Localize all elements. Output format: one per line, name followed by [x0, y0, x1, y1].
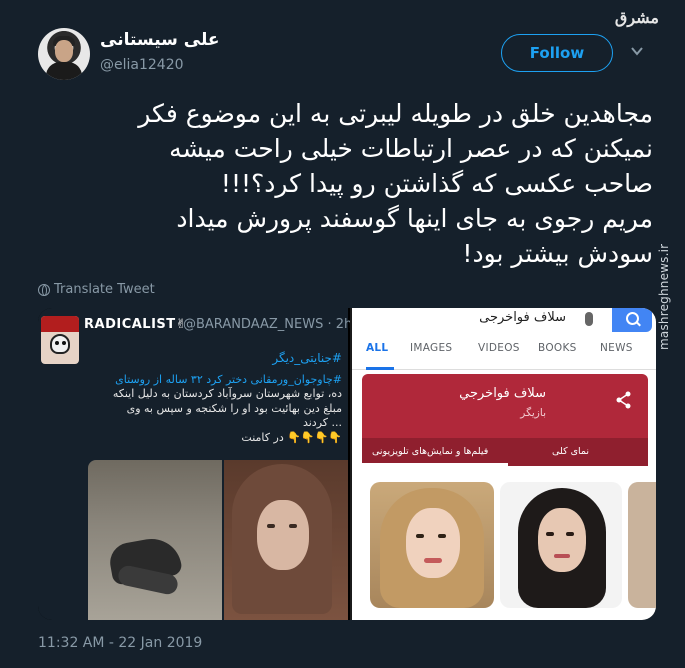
- panel-name: سلاف فواخرجي: [459, 386, 546, 401]
- follow-button[interactable]: Follow: [501, 34, 613, 72]
- search-icon: [612, 308, 652, 332]
- embedded-tweet-screenshot[interactable]: RADICALIST✌ @BARANDAAZ_NEWS · 2h #جنایتی…: [38, 308, 352, 620]
- knowledge-panel: سلاف فواخرجي بازیگر فیلم‌ها و نمایش‌های …: [362, 374, 648, 466]
- avatar[interactable]: [38, 28, 90, 80]
- tweet-line: مجاهدین خلق در طویله لیبرتی به این موضوع…: [138, 99, 653, 128]
- google-search-bar: سلاف فواخرجی: [352, 308, 656, 334]
- embedded-body-line: ده، توابع شهرستان سروآباد کردستان به دلی…: [112, 387, 342, 401]
- chevron-down-icon[interactable]: [630, 44, 644, 58]
- tab-all: ALL: [366, 342, 389, 354]
- embedded-body-line: ... کردند: [302, 416, 342, 430]
- result-photo: [500, 482, 622, 608]
- street-photo: [88, 460, 222, 620]
- tab-news: NEWS: [600, 342, 633, 354]
- panel-subtitle: بازیگر: [520, 407, 546, 419]
- tweet-line: نمیکنن که در عصر ارتباطات خیلی راحت میشه: [169, 134, 653, 163]
- microphone-icon: [585, 312, 593, 326]
- globe-icon: [38, 283, 50, 296]
- tweet-timestamp[interactable]: 11:32 AM - 22 Jan 2019: [38, 635, 202, 651]
- embedded-body-line: #چاوجوان_ورمقانی دختر کرد ۳۲ ساله از روس…: [115, 373, 342, 386]
- translate-label: Translate Tweet: [54, 282, 155, 297]
- panel-tab-films: فیلم‌ها و نمایش‌های تلویزیونی: [372, 446, 489, 457]
- tweet-line: سودش بیشتر بود!: [462, 239, 653, 268]
- panel-tab-overview: نمای کلی: [552, 446, 590, 457]
- portrait-photo: [224, 460, 348, 620]
- tweet-text: مجاهدین خلق در طویله لیبرتی به این موضوع…: [23, 96, 653, 271]
- tab-videos: VIDEOS: [478, 342, 520, 354]
- embedded-body: #چاوجوان_ورمقانی دختر کرد ۳۲ ساله از روس…: [87, 373, 342, 445]
- result-photo: [370, 482, 494, 608]
- tab-books: BOOKS: [538, 342, 577, 354]
- tweet-media[interactable]: RADICALIST✌ @BARANDAAZ_NEWS · 2h #جنایتی…: [38, 308, 656, 620]
- embedded-handle: @BARANDAAZ_NEWS · 2h: [183, 317, 353, 332]
- tweet-line: صاحب عکسی که گذاشتن رو پیدا کرد؟!!!: [220, 169, 653, 198]
- tweet-line: مریم رجوی به جای اینها گوسفند پرورش میدا…: [176, 204, 653, 233]
- embedded-body-line: مبلغ دین بهائیت بود او را شکنجه و سپس به…: [126, 401, 342, 415]
- embedded-avatar: [41, 316, 79, 364]
- google-tabs: ALL IMAGES VIDEOS BOOKS NEWS: [352, 334, 656, 370]
- result-photo: [628, 482, 656, 608]
- share-icon: [616, 391, 631, 409]
- watermark-logo: مشرق: [614, 8, 659, 27]
- google-query: سلاف فواخرجی: [479, 310, 566, 325]
- embedded-name: RADICALIST✌: [84, 317, 188, 332]
- panel-tab-underline: [362, 463, 508, 466]
- embedded-hashtag: #جنایتی_دیگر: [272, 351, 342, 365]
- google-search-screenshot[interactable]: سلاف فواخرجی ALL IMAGES VIDEOS BOOKS NEW…: [350, 308, 656, 620]
- tab-images: IMAGES: [410, 342, 453, 354]
- google-results: سلاف فواخرجي بازیگر فیلم‌ها و نمایش‌های …: [352, 370, 656, 620]
- watermark-url: mashreghnews.ir: [657, 243, 671, 350]
- translate-tweet-link[interactable]: Translate Tweet: [38, 282, 155, 297]
- embedded-body-line: 👇👇👇👇 در کامنت: [241, 430, 342, 444]
- panel-tabs: فیلم‌ها و نمایش‌های تلویزیونی نمای کلی: [362, 438, 648, 466]
- display-name[interactable]: علی سیستانی: [100, 30, 220, 50]
- user-handle[interactable]: @elia12420: [100, 57, 184, 73]
